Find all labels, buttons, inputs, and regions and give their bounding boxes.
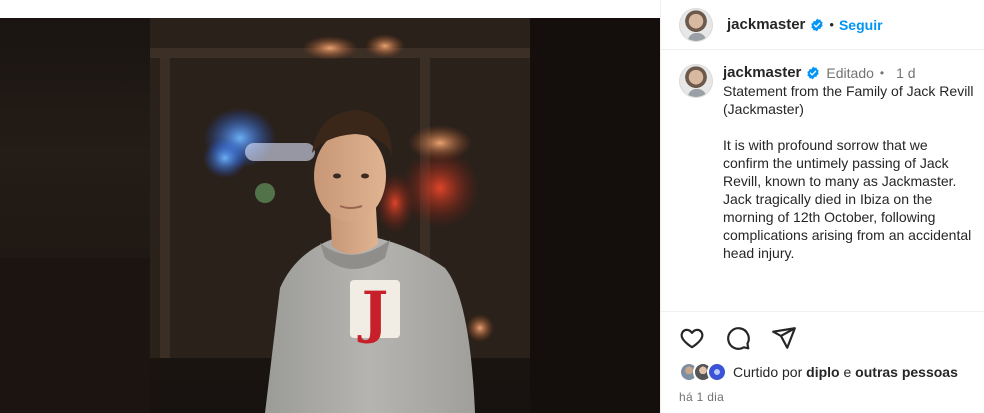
likes-prefix: Curtido por — [733, 364, 803, 380]
comment-icon[interactable] — [725, 325, 751, 351]
svg-text:J: J — [357, 280, 389, 346]
likes-others[interactable]: outras pessoas — [855, 364, 958, 380]
header-separator: • — [829, 17, 834, 32]
heart-icon[interactable] — [679, 325, 705, 351]
caption-meta: jackmaster Editado • 1 d — [723, 64, 975, 82]
edited-label: Editado — [826, 65, 874, 81]
likes-text: Curtido por diplo e outras pessoas — [733, 364, 958, 380]
verified-badge-icon — [807, 66, 820, 80]
likes-connector: e — [843, 364, 852, 380]
posted-ago[interactable]: há 1 dia — [679, 390, 724, 404]
action-bar — [679, 325, 797, 351]
follow-button[interactable]: Seguir — [839, 17, 883, 33]
actions-divider — [661, 311, 984, 312]
liker-avatar — [707, 362, 727, 382]
caption-timestamp[interactable]: 1 d — [896, 64, 915, 82]
likes-user[interactable]: diplo — [806, 364, 839, 380]
post-image-illustration: J — [0, 18, 660, 413]
caption-body: jackmaster Editado • 1 d Statement from … — [723, 64, 975, 262]
post-header: jackmaster • Seguir — [661, 0, 984, 50]
meta-separator: • — [879, 66, 885, 80]
top-white-strip — [0, 0, 660, 18]
liker-avatars[interactable] — [679, 362, 727, 382]
caption-text: Statement from the Family of Jack Revill… — [723, 83, 974, 261]
share-icon[interactable] — [771, 325, 797, 351]
caption-username[interactable]: jackmaster — [723, 64, 801, 82]
post-image[interactable]: J — [0, 18, 660, 413]
author-avatar[interactable] — [679, 7, 713, 42]
verified-badge-icon — [811, 18, 824, 31]
author-username[interactable]: jackmaster — [727, 16, 805, 33]
post-side-panel: jackmaster • Seguir jackmaster Editado •… — [660, 0, 984, 413]
sweater-letter: J — [350, 280, 400, 346]
caption-block: jackmaster Editado • 1 d Statement from … — [679, 64, 979, 262]
caption-avatar[interactable] — [679, 64, 713, 98]
likes-row: Curtido por diplo e outras pessoas — [679, 362, 958, 382]
